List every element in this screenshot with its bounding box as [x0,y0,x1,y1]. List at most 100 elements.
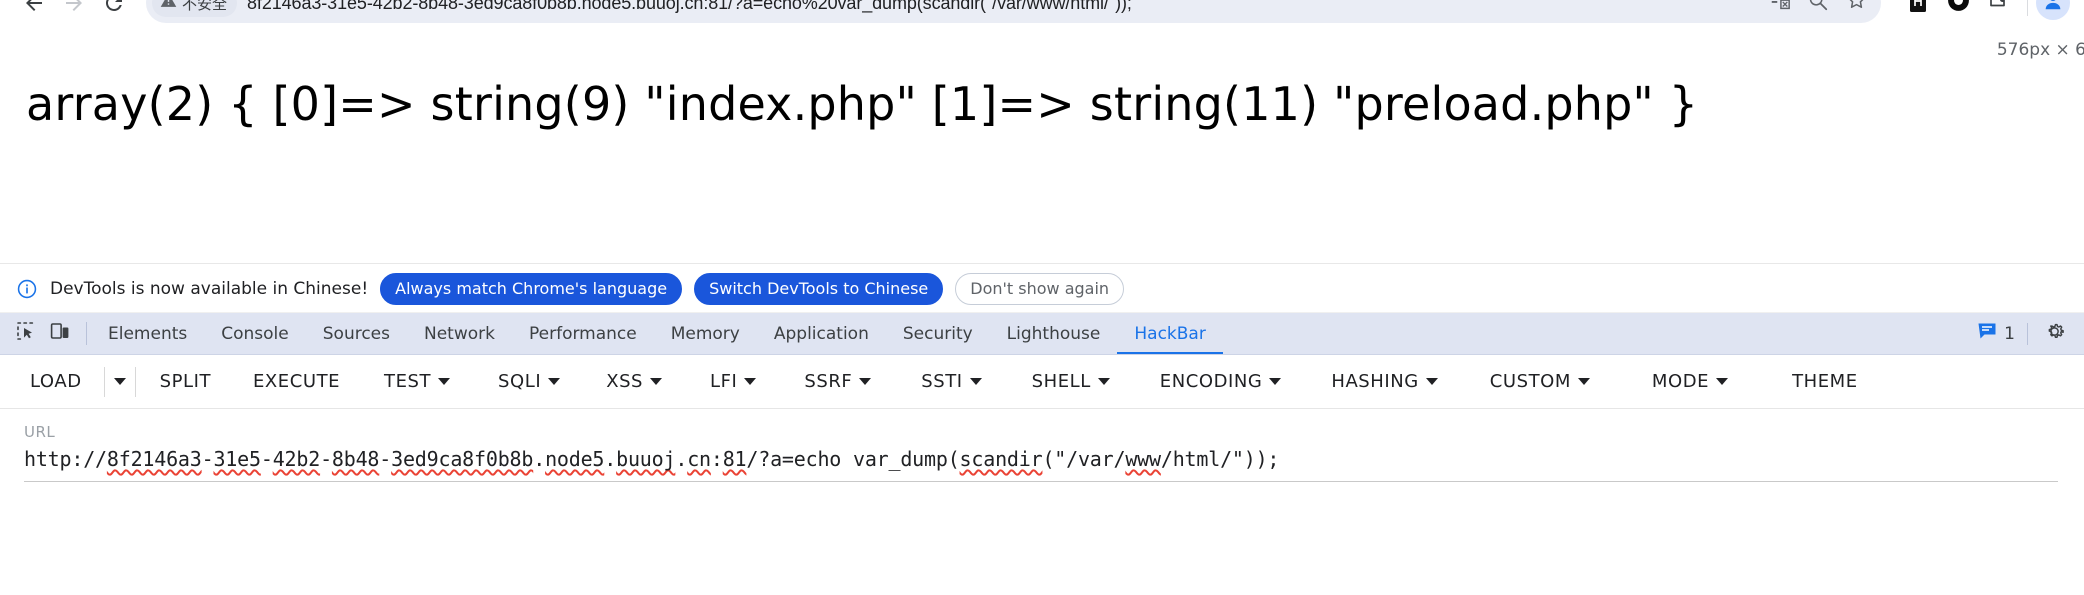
hackbar-test-button[interactable]: TEST [384,371,451,392]
notice-text: DevTools is now available in Chinese! [50,278,369,299]
chevron-down-icon [650,378,663,385]
devtools-tab-network[interactable]: Network [407,313,512,354]
console-message-badge[interactable]: 1 [1977,321,2015,346]
hackbar-extension-button[interactable] [1903,0,1933,18]
devtools-tab-lighthouse[interactable]: Lighthouse [990,313,1118,354]
switch-devtools-language-button[interactable]: Switch DevTools to Chinese [694,272,944,305]
hackbar-encoding-label: ENCODING [1159,371,1263,392]
devtools-tabbar-right: 1 [1967,313,2084,354]
hackbar-execute-button[interactable]: EXECUTE [253,371,340,392]
site-security-label: 不安全 [182,0,228,13]
inspect-element-button[interactable] [12,320,40,348]
forward-button[interactable] [54,0,94,23]
devtools-tab-elements[interactable]: Elements [91,313,204,354]
site-security-chip[interactable]: 不安全 [152,0,238,17]
hackbar-lfi-label: LFI [710,371,738,392]
hackbar-extension-icon [1907,0,1929,18]
hackbar-load-dropdown-button[interactable] [105,367,135,397]
hackbar-mode-button[interactable]: MODE [1652,371,1729,392]
forward-arrow-icon [62,0,86,15]
url-input[interactable]: http://8f2146a3-31e5-42b2-8b48-3ed9ca8f0… [24,447,2058,482]
chevron-down-icon [969,378,982,385]
browser-toolbar: 不安全 8f2146a3-31e5-42b2-8b48-3ed9ca8f0b8b… [0,0,2084,32]
chevron-down-icon [1097,378,1110,385]
devtools-tab-security[interactable]: Security [886,313,990,354]
devtools-tab-console[interactable]: Console [204,313,306,354]
console-message-count: 1 [2004,323,2015,344]
hackbar-ssti-button[interactable]: SSTI [921,371,982,392]
devtools-tab-application[interactable]: Application [757,313,886,354]
hackbar-sqli-button[interactable]: SQLI [498,371,561,392]
right-divider [2027,322,2028,345]
always-match-language-button[interactable]: Always match Chrome's language [380,272,683,305]
devtools-settings-button[interactable] [2040,320,2068,348]
hackbar-load-label: LOAD [30,371,82,392]
page-viewport: 576px × 6 array(2) { [0]=> string(9) "in… [0,32,2084,264]
chevron-down-icon [1716,378,1729,385]
chevron-down-icon [548,378,561,385]
dont-show-again-button[interactable]: Don't show again [955,272,1125,305]
info-circle-icon [16,278,38,300]
extensions-puzzle-button[interactable] [1983,0,2013,18]
hackbar-toolbar: LOAD SPLIT EXECUTE TEST SQLI XSS LFI SSRF SSTI SH… [0,355,2084,409]
hackbar-execute-label: EXECUTE [253,371,341,392]
hackbar-split-button[interactable]: SPLIT [160,371,211,392]
extension-icons [1889,0,2019,18]
extensions-puzzle-icon [1986,0,2010,18]
back-arrow-icon [22,0,46,15]
hackbar-custom-label: CUSTOM [1489,371,1571,392]
devtools-panel: DevTools is now available in Chinese! Al… [0,265,2084,595]
zoom-button[interactable] [1801,0,1835,20]
bookmark-star-icon [1845,0,1868,17]
zoom-search-icon [1807,0,1829,17]
hackbar-hashing-button[interactable]: HASHING [1331,371,1438,392]
url-field-label: URL [24,423,56,441]
translate-icon [1769,0,1791,17]
console-message-icon [1977,321,1997,346]
hackbar-ssti-label: SSTI [921,371,963,392]
chevron-down-icon [113,378,126,385]
tabbar-divider [86,322,87,345]
hackbar-load-button[interactable]: LOAD [30,371,82,392]
chevron-down-icon [859,378,872,385]
bookmark-button[interactable] [1839,0,1873,20]
hackbar-sqli-label: SQLI [498,371,542,392]
hackbar-lfi-button[interactable]: LFI [710,371,757,392]
devtools-tab-hackbar[interactable]: HackBar [1117,313,1222,354]
devtools-tab-sources[interactable]: Sources [306,313,407,354]
devtools-language-notice: DevTools is now available in Chinese! Al… [0,265,2084,313]
hackbar-shell-button[interactable]: SHELL [1032,371,1110,392]
inspect-element-icon [16,321,36,346]
back-button[interactable] [14,0,54,23]
profile-avatar[interactable] [2036,0,2070,20]
hackbar-url-section: URL http://8f2146a3-31e5-42b2-8b48-3ed9c… [0,409,2084,482]
hackbar-custom-button[interactable]: CUSTOM [1490,371,1590,392]
devtools-tab-performance[interactable]: Performance [512,313,654,354]
viewport-size-tooltip: 576px × 6 [1996,40,2084,60]
hackbar-ssrf-button[interactable]: SSRF [804,371,872,392]
toolbar-divider [2027,0,2028,16]
hackbar-theme-button[interactable]: THEME [1792,371,1858,392]
dark-circle-extension-icon [1946,0,1971,18]
hackbar-shell-label: SHELL [1031,371,1091,392]
reload-icon [102,0,126,15]
devtools-tabs: Elements Console Sources Network Performance… [91,313,1967,354]
warning-triangle-icon [160,0,177,14]
address-bar-actions [1757,0,1873,20]
devtools-tab-memory[interactable]: Memory [654,313,757,354]
hackbar-xss-button[interactable]: XSS [606,371,663,392]
address-bar-text[interactable]: 8f2146a3-31e5-42b2-8b48-3ed9ca8f0b8b.nod… [247,0,1757,14]
chevron-down-icon [1425,378,1438,385]
devtools-tool-buttons [0,313,84,354]
address-bar[interactable]: 不安全 8f2146a3-31e5-42b2-8b48-3ed9ca8f0b8b… [146,0,1881,23]
hackbar-theme-label: THEME [1792,371,1858,392]
dark-circle-extension-button[interactable] [1943,0,1973,18]
translate-button[interactable] [1763,0,1797,20]
reload-button[interactable] [94,0,134,23]
chevron-down-icon [438,378,451,385]
devtools-tab-bar: Elements Console Sources Network Performance… [0,313,2084,355]
hackbar-encoding-button[interactable]: ENCODING [1160,371,1282,392]
device-toolbar-button[interactable] [46,320,74,348]
gear-icon [2043,320,2066,348]
chevron-down-icon [1577,378,1590,385]
